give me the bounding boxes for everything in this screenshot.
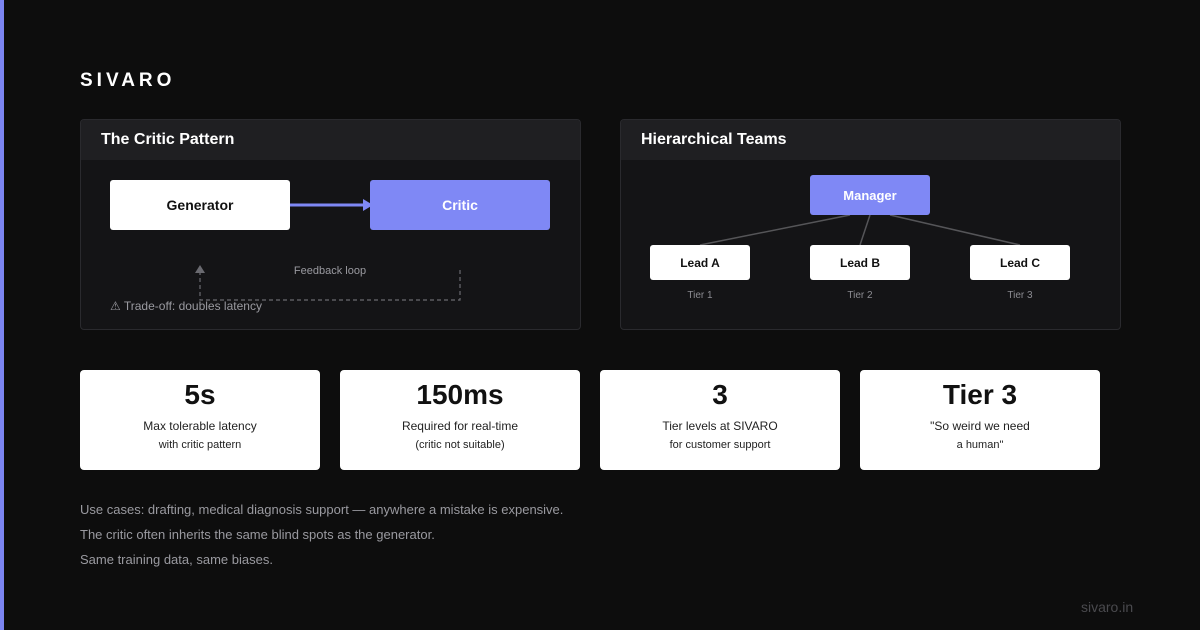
hierarchical-teams-panel: Hierarchical Teams Manager Lead A Lead B… [620,119,1121,330]
note-line: The critic often inherits the same blind… [80,527,435,542]
lead-b-node: Lead B [810,245,910,280]
manager-node: Manager [810,175,930,215]
generator-node: Generator [110,180,290,230]
stat-subcaption: with critic pattern [158,439,242,451]
panel-title: The Critic Pattern [81,120,580,160]
critic-pattern-panel: The Critic Pattern Generator Critic Feed… [80,119,581,330]
stat-card: 3 Tier levels at SIVARO for customer sup… [600,370,840,470]
stat-caption: "So weird we need [930,419,1030,433]
manager-to-lead-a [699,214,851,246]
stat-card: 150ms Required for real-time (critic not… [340,370,580,470]
hierarchy-diagram: Manager Lead A Lead B Lead C Tier 1 Tier… [621,160,1120,329]
tradeoff-note: ⚠ Trade-off: doubles latency [110,299,262,313]
manager-to-lead-b [859,214,871,246]
stat-caption: Max tolerable latency [143,419,257,433]
stat-card: Tier 3 "So weird we need a human" [860,370,1100,470]
stat-value: 150ms [416,379,504,410]
stat-value: 5s [184,379,216,410]
notes-block: Use cases: drafting, medical diagnosis s… [80,497,563,572]
stat-subcaption: (critic not suitable) [415,439,505,451]
stat-value: Tier 3 [942,379,1018,410]
lead-c-node: Lead C [970,245,1070,280]
critic-node: Critic [370,180,550,230]
arrowhead-up [195,265,205,273]
brand-logo: SIVARO [80,70,176,91]
tier-label: Tier 2 [847,290,873,301]
stat-caption: Tier levels at SIVARO [662,419,778,433]
footer-url: sivaro.in [1081,599,1134,615]
critic-diagram: Generator Critic Feedback loop ⚠ Trade-o… [81,160,580,329]
stat-value: 3 [712,379,728,410]
feedback-loop-label: Feedback loop [293,265,367,277]
note-line: Use cases: drafting, medical diagnosis s… [80,502,564,517]
stat-subcaption: for customer support [669,439,771,451]
manager-to-lead-c [889,214,1021,246]
accent-bar [0,0,4,630]
tier-label: Tier 3 [1007,290,1033,301]
tier-label: Tier 1 [687,290,713,301]
lead-a-node: Lead A [650,245,750,280]
stat-caption: Required for real-time [401,419,519,433]
stat-card: 5s Max tolerable latency with critic pat… [80,370,320,470]
stat-subcaption: a human" [956,439,1004,451]
panel-title: Hierarchical Teams [621,120,1120,160]
note-line: Same training data, same biases. [80,552,273,567]
